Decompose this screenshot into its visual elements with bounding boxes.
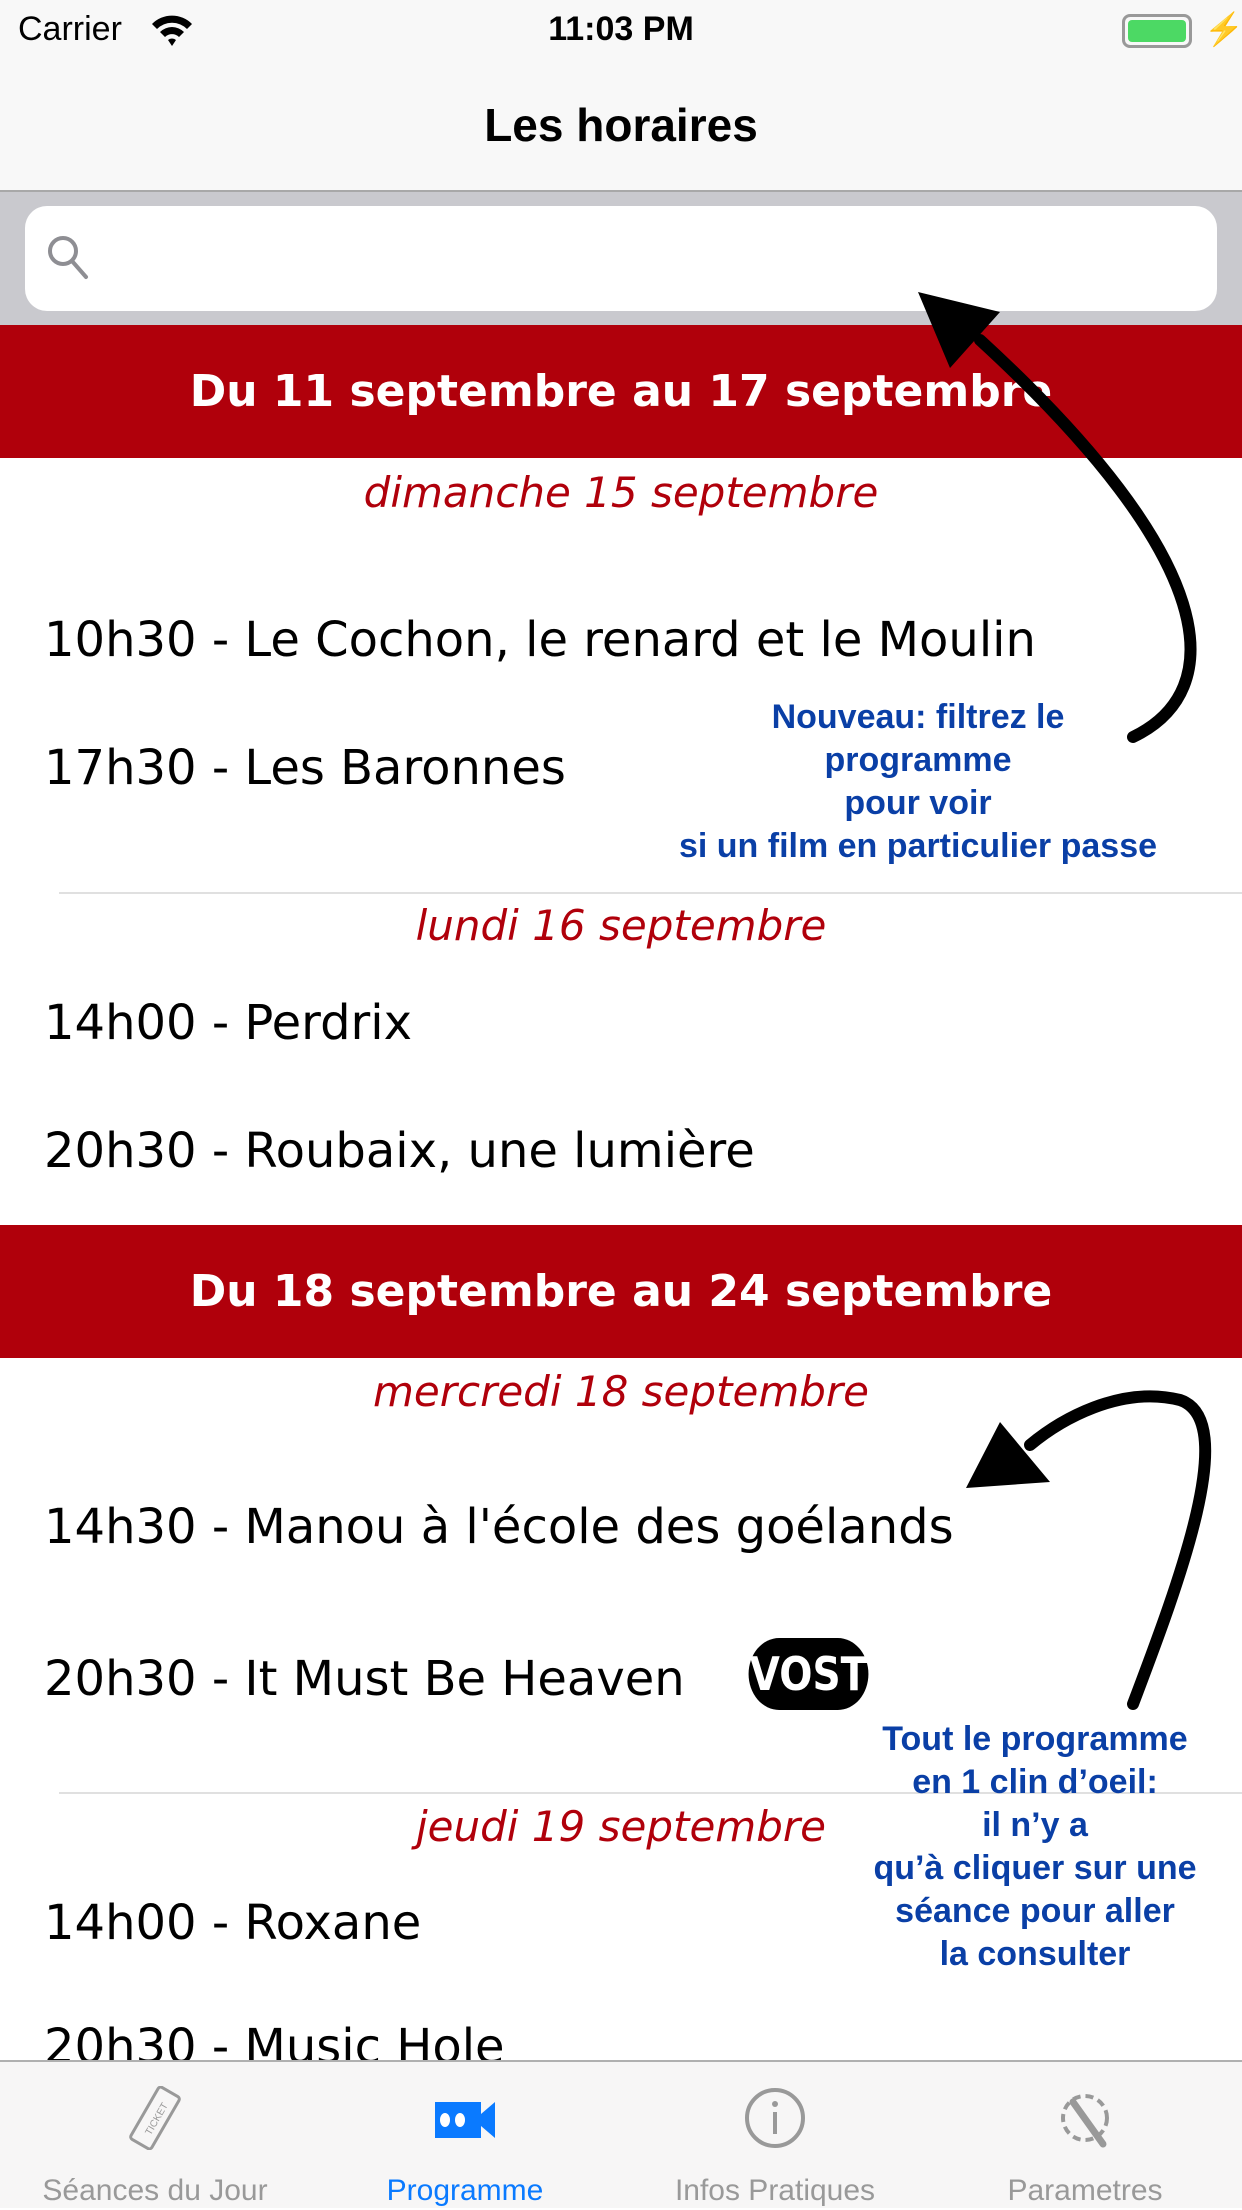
tab-label: Programme xyxy=(386,2174,544,2207)
annotation-line: programme xyxy=(824,741,1012,779)
tab-programme[interactable]: Programme xyxy=(310,2062,620,2210)
search-annotation: Nouveau: filtrez le programme pour voir … xyxy=(618,696,1218,868)
ticket-icon: TICKET xyxy=(129,2086,181,2150)
session-row[interactable]: 14h30 - Manou à l'école des goélands xyxy=(44,1499,954,1555)
status-bar: Carrier 11:03 PM ⚡ xyxy=(0,0,1242,62)
session-row[interactable]: 17h30 - Les Baronnes xyxy=(44,740,566,796)
week-header: Du 11 septembre au 17 septembre xyxy=(0,325,1242,458)
session-row[interactable]: 10h30 - Le Cochon, le renard et le Mouli… xyxy=(44,612,1036,668)
annotation-line: séance pour aller xyxy=(895,1892,1175,1930)
annotation-line: Nouveau: filtrez le xyxy=(771,698,1065,736)
clock: 11:03 PM xyxy=(548,10,694,48)
vost-badge: VOST xyxy=(748,1638,869,1710)
list-annotation: Tout le programme en 1 clin d’oeil: il n… xyxy=(820,1718,1242,1976)
search-input[interactable] xyxy=(25,206,1217,311)
annotation-line: pour voir xyxy=(844,784,992,822)
annotation-line: si un film en particulier passe xyxy=(678,827,1158,865)
week-header: Du 18 septembre au 24 septembre xyxy=(0,1225,1242,1358)
navigation-bar: Les horaires xyxy=(0,62,1242,192)
search-icon xyxy=(48,236,88,279)
tab-infos-pratiques[interactable]: Infos Pratiques xyxy=(620,2062,930,2210)
divider xyxy=(59,892,1242,894)
annotation-line: Tout le programme xyxy=(882,1720,1188,1758)
annotation-line: en 1 clin d’oeil: xyxy=(912,1763,1158,1801)
session-row[interactable]: 20h30 - Roubaix, une lumière xyxy=(44,1123,755,1179)
page-title: Les horaires xyxy=(484,99,758,151)
day-label: dimanche 15 septembre xyxy=(363,468,879,517)
arrow-head-icon xyxy=(966,1422,1050,1488)
info-icon xyxy=(745,2088,805,2148)
session-row[interactable]: 14h00 - Roxane xyxy=(44,1895,421,1951)
annotation-line: il n’y a xyxy=(982,1806,1088,1844)
day-label: mercredi 18 septembre xyxy=(372,1367,870,1416)
tab-label: Parametres xyxy=(1007,2174,1163,2207)
tab-label: Séances du Jour xyxy=(42,2174,268,2207)
video-camera-icon xyxy=(435,2102,495,2138)
charging-bolt-icon: ⚡ xyxy=(1204,11,1242,47)
tab-parametres[interactable]: Parametres xyxy=(930,2062,1240,2210)
search-bar xyxy=(0,192,1242,325)
day-label: lundi 16 septembre xyxy=(415,901,827,950)
annotation-line: qu’à cliquer sur une xyxy=(873,1849,1197,1887)
tab-bar: TICKET Séances du Jour Programme Infos P… xyxy=(0,2060,1242,2208)
tab-label: Infos Pratiques xyxy=(674,2174,876,2207)
tab-seances-du-jour[interactable]: TICKET Séances du Jour xyxy=(0,2062,310,2210)
battery-icon xyxy=(1122,14,1192,48)
annotation-line: la consulter xyxy=(939,1935,1131,1973)
arrow-to-list xyxy=(1024,1390,1212,1710)
session-row[interactable]: 14h00 - Perdrix xyxy=(44,995,412,1051)
session-row[interactable]: 20h30 - It Must Be Heaven xyxy=(44,1651,685,1707)
settings-tools-icon xyxy=(1061,2094,1109,2148)
